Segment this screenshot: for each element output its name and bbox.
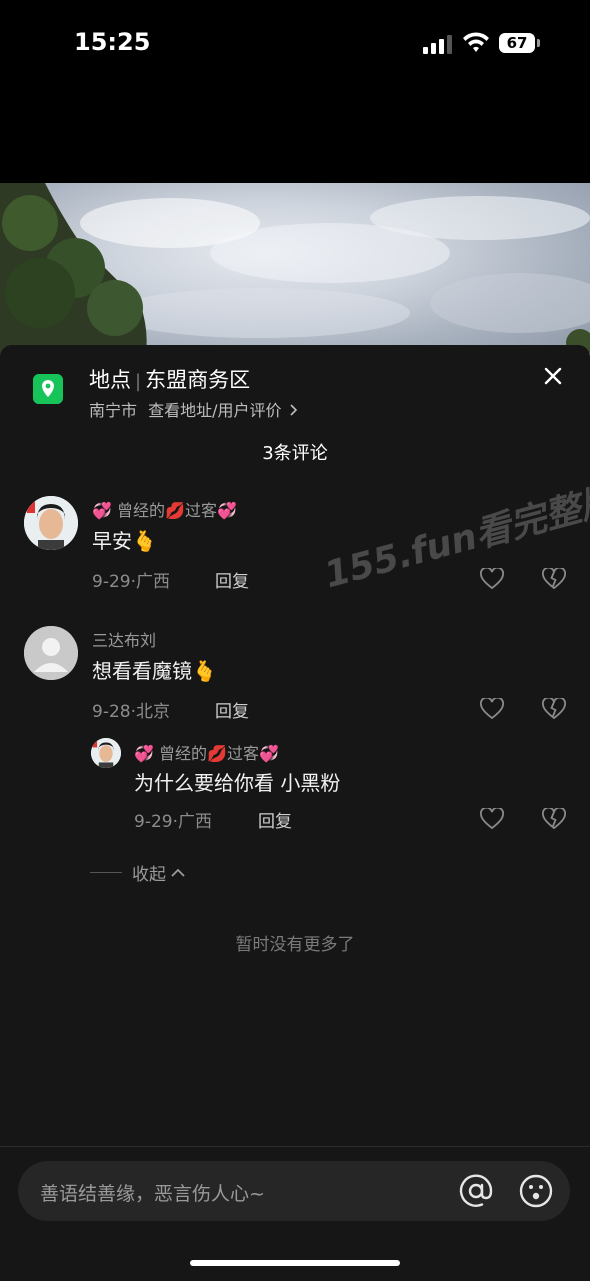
- comment-input[interactable]: 善语结善缘，恶言伤人心~: [18, 1161, 570, 1221]
- status-bar: 15:25 67: [0, 0, 590, 90]
- location-pin-icon: [33, 374, 63, 404]
- location-header[interactable]: 地点 | 东盟商务区 南宁市 查看地址/用户评价: [0, 345, 590, 425]
- heart-icon[interactable]: [480, 808, 504, 830]
- signal-icon: [423, 35, 452, 54]
- comment-sheet: 地点|东盟商务区 南宁市 查看地址/用户评价 3条评论 💞 曾经的💋过客💞: [0, 345, 590, 1280]
- avatar-photo: [24, 496, 78, 550]
- location-city: 南宁市: [89, 401, 138, 420]
- battery-level: 67: [499, 33, 535, 53]
- default-avatar-icon: [24, 626, 78, 680]
- broken-heart-icon[interactable]: [542, 698, 566, 720]
- reply-button[interactable]: 回复: [215, 697, 249, 722]
- chevron-right-icon: [290, 404, 297, 416]
- location-name: 东盟商务区: [145, 368, 251, 392]
- emoji-icon[interactable]: [518, 1173, 554, 1209]
- avatar[interactable]: [91, 738, 121, 768]
- wifi-icon: [463, 32, 489, 52]
- reply-button[interactable]: 回复: [215, 567, 249, 592]
- comment-author[interactable]: 三达布刘: [92, 627, 156, 651]
- chevron-up-icon: [171, 868, 185, 877]
- location-title: 地点 | 东盟商务区: [89, 364, 250, 394]
- heart-icon[interactable]: [480, 698, 504, 720]
- at-icon[interactable]: [458, 1173, 494, 1209]
- video-preview[interactable]: [0, 183, 590, 358]
- collapse-divider: [90, 872, 122, 873]
- comment-author[interactable]: 💞 曾经的💋过客💞: [92, 497, 237, 521]
- broken-heart-icon[interactable]: [542, 568, 566, 590]
- battery-tip: [537, 39, 540, 47]
- status-time: 15:25: [74, 28, 151, 56]
- no-more-comments: 暂时没有更多了: [235, 935, 355, 955]
- input-placeholder: 善语结善缘，恶言伤人心~: [40, 1183, 265, 1205]
- home-indicator: [190, 1260, 400, 1266]
- collapse-label: 收起: [132, 865, 166, 885]
- heart-icon[interactable]: [480, 568, 504, 590]
- avatar-photo: [91, 738, 121, 768]
- comment-meta: 9-29·广西: [92, 572, 170, 592]
- battery-icon: 67: [499, 33, 541, 53]
- location-separator: |: [135, 371, 142, 392]
- comment-author[interactable]: 💞 曾经的💋过客💞: [134, 740, 279, 764]
- location-subtitle[interactable]: 南宁市 查看地址/用户评价: [89, 397, 298, 421]
- broken-heart-icon[interactable]: [542, 808, 566, 830]
- collapse-replies-button[interactable]: 收起: [90, 860, 186, 885]
- comment-text: 为什么要给你看 小黑粉: [134, 771, 341, 795]
- comment-text: 早安🫰: [92, 529, 157, 553]
- comment-meta: 9-29·广西: [134, 812, 212, 832]
- close-icon[interactable]: [540, 363, 566, 389]
- avatar[interactable]: [24, 496, 78, 550]
- comment-text: 想看看魔镜🫰: [92, 659, 217, 683]
- location-label: 地点: [89, 368, 131, 392]
- comment-meta: 9-28·北京: [92, 702, 170, 722]
- location-link[interactable]: 查看地址/用户评价: [148, 401, 281, 420]
- avatar[interactable]: [24, 626, 78, 680]
- comment-count: 3条评论: [262, 443, 328, 464]
- sky-tree-image: [0, 183, 590, 358]
- reply-button[interactable]: 回复: [258, 807, 292, 832]
